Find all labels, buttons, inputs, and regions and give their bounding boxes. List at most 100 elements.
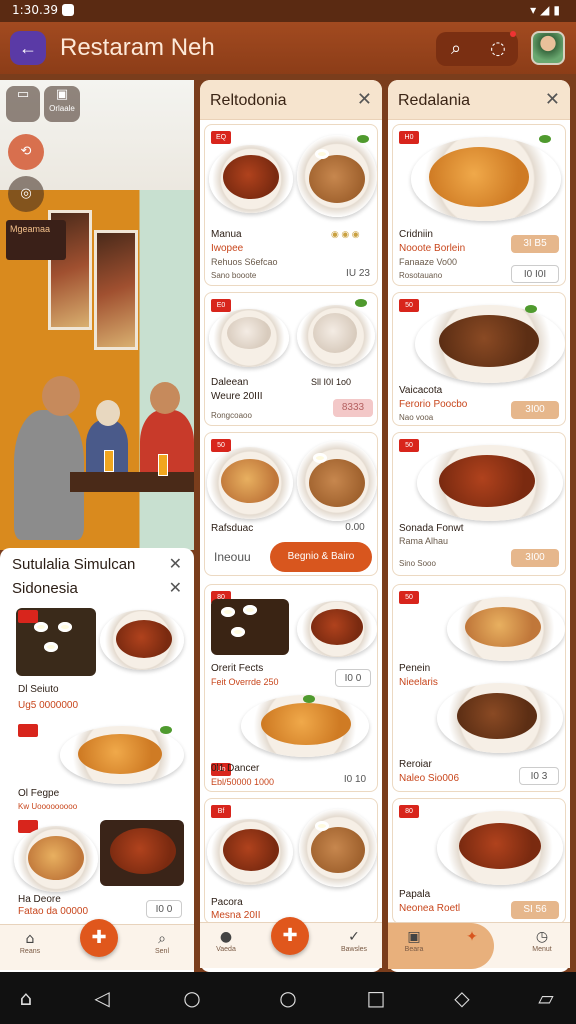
item-name: Reroiar <box>399 759 432 770</box>
discount-tag: Bf <box>211 805 231 818</box>
item-description: Fanaaze Vo00 <box>399 257 458 267</box>
add-to-cart-fab[interactable]: ✚ <box>271 917 309 955</box>
avatar[interactable] <box>531 31 565 65</box>
menu-card[interactable]: 50 Penein Nieelaris Reroiar Naleo Sio006… <box>392 584 566 792</box>
add-button[interactable]: Begnio & Bairo <box>270 542 372 572</box>
clock-icon: ◷ <box>535 929 549 945</box>
garnish <box>525 305 537 313</box>
item-meta: Sano booote <box>211 271 257 280</box>
screenshot-icon[interactable]: ▱ <box>534 986 558 1010</box>
egg <box>58 622 72 632</box>
menu-card[interactable]: EQ Manua Iwopee Rehuos S6efcao Sano booo… <box>204 124 378 286</box>
back-button[interactable]: ← <box>10 31 46 65</box>
back-arrow-icon: ← <box>19 38 37 58</box>
discount-tag: EQ <box>211 131 231 144</box>
nav-cart[interactable]: ▣ Beara <box>394 928 434 953</box>
circle-icon[interactable]: ○ <box>276 986 300 1010</box>
price: 3I B5 <box>511 235 559 253</box>
food <box>221 459 279 503</box>
calendar-tool-button[interactable]: ▣ Orlaale <box>44 86 80 122</box>
item-subtitle: Nooote Borlein <box>399 243 466 254</box>
item-name: Daleean <box>211 377 249 388</box>
food <box>465 607 541 647</box>
recents-icon[interactable]: □ <box>364 986 388 1010</box>
egg <box>315 149 329 159</box>
close-icon[interactable]: ✕ <box>169 554 182 574</box>
menu-card[interactable]: 50 Sonada Fonwt Rama Alhau Sino Sooo 3I0… <box>392 432 566 576</box>
back-icon[interactable]: ◁ <box>90 986 114 1010</box>
food <box>28 836 84 880</box>
item-name: Pacora <box>211 897 243 908</box>
menu-card[interactable]: 50 Vaicacota Ferorio Poocbo Nao vooa 3I0… <box>392 292 566 426</box>
book-tool-button[interactable]: ▭ <box>6 86 40 122</box>
add-to-cart-fab[interactable]: ✚ <box>80 919 118 957</box>
item-name: Ha Deore <box>18 894 61 905</box>
notification-icon <box>62 4 74 16</box>
search-icon[interactable]: ⌕ <box>444 37 468 61</box>
nav-label: Senl <box>154 948 169 955</box>
menu-card[interactable]: 80 Papala Neonea Roetl SI 56 <box>392 798 566 924</box>
egg <box>34 622 48 632</box>
nav-label: Menut <box>532 946 552 953</box>
item-price-line: Sll I0I 1o0 <box>311 377 352 387</box>
share-tool-button[interactable]: ⟲ <box>8 134 44 170</box>
menu-card[interactable]: E0 Daleean Sll I0I 1o0 Weure 20III Rongc… <box>204 292 378 426</box>
nav-view[interactable]: ● Vaeda <box>206 928 246 953</box>
close-icon[interactable]: ✕ <box>169 578 182 598</box>
chat-icon[interactable]: ◌ <box>486 37 510 61</box>
item-subtitle: Ug5 0000000 <box>18 700 79 711</box>
menu-card[interactable]: Bf Pacora Mesna 20II <box>204 798 378 924</box>
record-icon: ● <box>219 929 233 945</box>
egg <box>313 453 327 463</box>
quantity-input[interactable]: Ineouu <box>214 550 251 564</box>
camera-tool-button[interactable]: ◎ <box>8 176 44 212</box>
food <box>311 609 363 645</box>
item-subtitle: Ebl/50000 1000 <box>211 777 275 787</box>
cart-icon: ✚ <box>282 925 298 946</box>
check-circle-icon: ✓ <box>348 929 360 945</box>
nav-search[interactable]: ⌕ Senl <box>142 930 182 955</box>
cart-icon: ✚ <box>91 927 107 948</box>
discount-tag: 80 <box>399 805 419 818</box>
panel-title: Reltodonia <box>210 92 287 109</box>
item-subtitle: Feit Overrde 250 <box>211 677 279 687</box>
food <box>223 829 279 871</box>
price: IU 23 <box>346 268 370 279</box>
price: SI 56 <box>511 901 559 919</box>
close-icon[interactable]: ✕ <box>545 89 560 110</box>
discount-tag: 50 <box>399 439 419 452</box>
discount-tag <box>18 610 38 623</box>
item-subtitle: Fatao da 00000 <box>18 906 89 917</box>
assistant-icon[interactable]: ◇ <box>450 986 474 1010</box>
item-subtitle: Mesna 20II <box>211 910 261 921</box>
close-icon[interactable]: ✕ <box>357 89 372 110</box>
person-head <box>42 376 80 416</box>
item-subtitle: Rama Alhau <box>399 536 449 546</box>
item-description: Rehuos S6efcao <box>211 257 278 267</box>
item-meta: Rongcoaoo <box>211 411 252 420</box>
wall-sign: Mgeamaa <box>6 220 66 260</box>
nav-home[interactable]: ⌂ Reans <box>10 930 50 955</box>
menu-card[interactable]: H0 Cridniin Nooote Borlein Fanaaze Vo00 … <box>392 124 566 286</box>
nav-label: Vaeda <box>216 946 236 953</box>
food <box>116 620 172 658</box>
food <box>429 147 529 207</box>
status-icons: ▾◢▮ <box>530 3 564 17</box>
menu-card[interactable]: 80 Orerit Fects Feit Overrde 250 I0 0 Uo… <box>204 584 378 792</box>
nav-favorites[interactable]: ✓ Bawsles <box>334 928 374 953</box>
item-subtitle: Neonea Roetl <box>399 903 461 914</box>
home-icon[interactable]: ⌂ <box>14 986 38 1010</box>
food <box>78 734 162 774</box>
nav-promo[interactable]: ✦ <box>452 928 492 946</box>
nav-label: Bawsles <box>340 946 368 953</box>
egg <box>243 605 257 615</box>
item-name: Orerit Fects <box>211 663 264 674</box>
left-panel-title: Sutulalia Simulcan <box>12 556 136 573</box>
restaurant-photo: Mgeamaa ▭ ▣ Orlaale ⟲ ◎ <box>0 80 194 550</box>
home-button-icon[interactable]: ○ <box>180 986 204 1010</box>
sparkle-icon: ✦ <box>466 929 478 945</box>
home-icon: ⌂ <box>25 931 35 947</box>
food <box>309 155 365 203</box>
right-bottom-nav: ▣ Beara ✦ ◷ Menut <box>388 922 570 969</box>
nav-menu[interactable]: ◷ Menut <box>522 928 562 953</box>
